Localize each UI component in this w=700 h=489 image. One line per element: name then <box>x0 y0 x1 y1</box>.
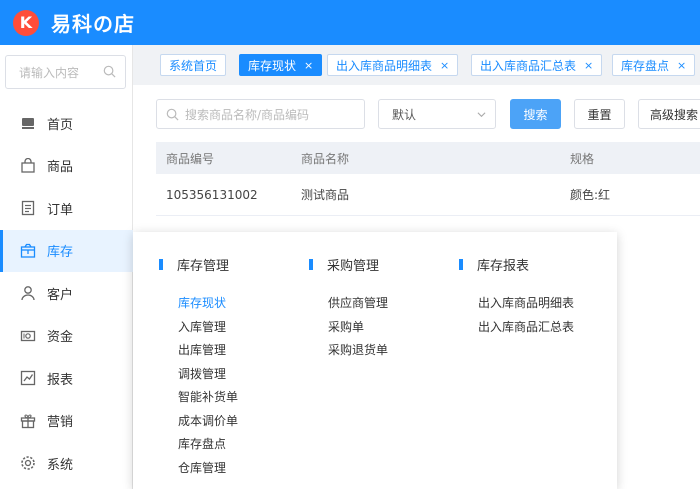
flyout-column-inventory: 库存管理 库存现状 入库管理 出库管理 调拨管理 智能补货单 成本调价单 库存盘… <box>159 256 238 480</box>
tab-io-summary[interactable]: 出入库商品汇总表 × <box>471 54 603 76</box>
tab-stocktake[interactable]: 库存盘点 × <box>612 54 696 76</box>
close-icon[interactable]: × <box>440 59 449 72</box>
flyout-link[interactable]: 供应商管理 <box>310 291 388 315</box>
reset-button[interactable]: 重置 <box>574 99 625 129</box>
close-icon[interactable]: × <box>677 59 686 72</box>
sidebar-item-marketing[interactable]: 营销 <box>0 400 133 443</box>
home-icon <box>22 118 34 130</box>
gear-icon <box>21 456 35 471</box>
order-list-icon <box>21 201 35 216</box>
sidebar-item-inventory[interactable]: 库存 <box>0 229 133 272</box>
sidebar-search-input[interactable]: 请输入内容 <box>5 55 126 89</box>
table-row[interactable]: 105356131002 测试商品 颜色:红 <box>156 174 700 216</box>
spec-cell: 颜色:红 <box>570 188 611 202</box>
flyout-link[interactable]: 智能补货单 <box>160 385 238 409</box>
tab-inventory-status[interactable]: 库存现状 × <box>239 54 323 76</box>
search-button[interactable]: 搜索 <box>510 99 561 129</box>
shopping-bag-icon <box>21 157 35 173</box>
sidebar-item-system[interactable]: 系统 <box>0 442 133 485</box>
flyout-link[interactable]: 采购单 <box>310 315 388 339</box>
inventory-box-icon <box>20 243 36 258</box>
tab-bar: 系统首页 库存现状 × 出入库商品明细表 × 出入库商品汇总表 × 库存盘点 × <box>133 45 700 85</box>
filter-bar: 搜索商品名称/商品编码 默认 搜索 重置 高级搜索 <box>133 99 700 131</box>
sidebar-item-home[interactable]: 首页 <box>0 102 133 145</box>
tab-io-detail[interactable]: 出入库商品明细表 × <box>327 54 459 76</box>
flyout-section-title: 库存管理 <box>159 256 238 274</box>
product-code-cell: 105356131002 <box>166 187 258 202</box>
flyout-link[interactable]: 成本调价单 <box>160 409 238 433</box>
sort-select[interactable]: 默认 <box>378 99 496 129</box>
flyout-section-title: 库存报表 <box>459 256 574 274</box>
advanced-search-button[interactable]: 高级搜索 <box>638 99 700 129</box>
section-marker <box>459 258 463 270</box>
section-marker <box>309 258 313 270</box>
flyout-column-reports: 库存报表 出入库商品明细表 出入库商品汇总表 <box>459 256 574 339</box>
flyout-link[interactable]: 库存现状 <box>160 291 238 315</box>
flyout-link[interactable]: 仓库管理 <box>160 456 238 480</box>
flyout-column-purchase: 采购管理 供应商管理 采购单 采购退货单 <box>309 256 388 362</box>
top-bar: K 易科の店 <box>0 0 700 45</box>
tab-system-home[interactable]: 系统首页 <box>160 54 227 76</box>
sidebar-item-orders[interactable]: 订单 <box>0 187 133 230</box>
sidebar-item-customers[interactable]: 客户 <box>0 272 133 315</box>
sidebar-nav: 首页 商品 订单 库存 客户 资金 报表 营销 系统 <box>0 102 133 485</box>
logo-icon[interactable]: K <box>13 9 39 36</box>
sidebar: 请输入内容 首页 商品 订单 库存 客户 资金 报表 营销 系统 <box>0 45 133 489</box>
search-icon <box>166 108 179 121</box>
sidebar-item-reports[interactable]: 报表 <box>0 357 133 400</box>
sidebar-item-goods[interactable]: 商品 <box>0 145 133 188</box>
inventory-table: 商品编号 商品名称 规格 105356131002 测试商品 颜色:红 <box>156 142 700 216</box>
flyout-link[interactable]: 出入库商品汇总表 <box>460 315 574 339</box>
flyout-link[interactable]: 采购退货单 <box>310 338 388 362</box>
user-icon <box>21 286 35 301</box>
product-name-cell: 测试商品 <box>301 188 350 202</box>
column-header[interactable]: 商品编号 <box>166 150 214 167</box>
close-icon[interactable]: × <box>304 59 313 72</box>
brand-name: 易科の店 <box>51 12 135 36</box>
column-header[interactable]: 规格 <box>570 150 594 167</box>
flyout-link[interactable]: 出库管理 <box>160 338 238 362</box>
flyout-link[interactable]: 库存盘点 <box>160 432 238 456</box>
flyout-link[interactable]: 出入库商品明细表 <box>460 291 574 315</box>
flyout-section-title: 采购管理 <box>309 256 388 274</box>
table-header: 商品编号 商品名称 规格 <box>156 142 700 174</box>
column-header[interactable]: 商品名称 <box>301 150 349 167</box>
sidebar-item-funds[interactable]: 资金 <box>0 315 133 358</box>
gift-icon <box>20 414 36 428</box>
chart-icon <box>20 371 36 386</box>
money-icon <box>20 330 36 341</box>
section-marker <box>159 258 163 270</box>
inventory-flyout-menu: 库存管理 库存现状 入库管理 出库管理 调拨管理 智能补货单 成本调价单 库存盘… <box>133 232 617 489</box>
close-icon[interactable]: × <box>584 59 593 72</box>
flyout-link[interactable]: 调拨管理 <box>160 362 238 386</box>
search-icon <box>103 65 116 78</box>
product-search-input[interactable]: 搜索商品名称/商品编码 <box>156 99 365 129</box>
chevron-down-icon <box>477 112 486 118</box>
flyout-link[interactable]: 入库管理 <box>160 315 238 339</box>
